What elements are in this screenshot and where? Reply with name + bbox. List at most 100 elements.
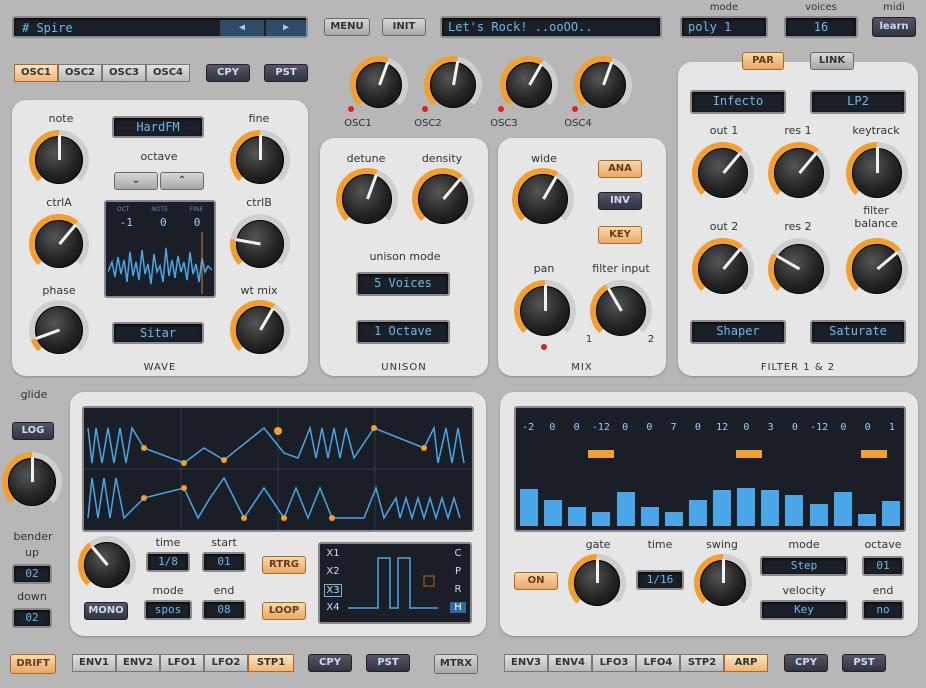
osc4-level-knob[interactable] (574, 56, 632, 114)
detune-knob[interactable] (336, 168, 398, 230)
mode-display[interactable]: poly 1 (680, 16, 768, 38)
arp-step-value[interactable]: 0 (832, 422, 854, 433)
preset-display[interactable]: # Spire ◀ ▶ (12, 16, 308, 38)
arp-step-value[interactable]: 0 (638, 422, 660, 433)
arp-step-bar[interactable] (857, 513, 876, 526)
arp-step-bar[interactable] (568, 507, 587, 526)
mtrx-button[interactable]: MTRX (434, 654, 478, 674)
tab-osc2[interactable]: OSC2 (58, 64, 102, 82)
x4-option[interactable]: X4 (324, 602, 342, 613)
x1-option[interactable]: X1 (324, 548, 342, 559)
arp-step-value[interactable]: 12 (711, 422, 733, 433)
arp-step-value[interactable]: 3 (760, 422, 782, 433)
tab-osc1[interactable]: OSC1 (14, 64, 58, 82)
tab-arp[interactable]: ARP (724, 654, 768, 672)
arp-step-value[interactable]: 7 (663, 422, 685, 433)
res2-knob[interactable] (768, 238, 830, 300)
step-time-value[interactable]: 1/8 (146, 552, 190, 572)
filter-balance-knob[interactable] (846, 238, 908, 300)
ana-button[interactable]: ANA (598, 160, 642, 178)
patch-name-display[interactable]: Let's Rock! ..ooOO.. (440, 16, 662, 38)
arp-step-bar[interactable] (809, 503, 828, 526)
mod-paste-button[interactable]: PST (366, 654, 410, 672)
velocity-value[interactable]: Key (760, 600, 848, 620)
drift-button[interactable]: DRIFT (10, 654, 56, 674)
init-button[interactable]: INIT (382, 18, 426, 36)
arp-step-value[interactable]: 0 (566, 422, 588, 433)
tab-lfo4[interactable]: LFO4 (636, 654, 680, 672)
arp-end-value[interactable]: no (862, 600, 904, 620)
arp-step-value[interactable]: -12 (808, 422, 830, 433)
arp-step-value[interactable]: 0 (735, 422, 757, 433)
osc2-level-knob[interactable] (424, 56, 482, 114)
tab-env3[interactable]: ENV3 (504, 654, 548, 672)
next-preset-button[interactable]: ▶ (266, 20, 306, 36)
step-amount-knob[interactable] (78, 536, 136, 594)
tab-env1[interactable]: ENV1 (72, 654, 116, 672)
arp-step-bar[interactable] (592, 512, 611, 526)
gate-knob[interactable] (568, 554, 626, 612)
par-button[interactable]: PAR (742, 52, 784, 70)
arp-step-bar[interactable] (544, 499, 563, 526)
arp-step-value[interactable]: -2 (517, 422, 539, 433)
tab-env4[interactable]: ENV4 (548, 654, 592, 672)
menu-button[interactable]: MENU (324, 18, 370, 36)
step-mode-value[interactable]: spos (144, 600, 192, 620)
arp-mode-value[interactable]: Step (760, 556, 848, 576)
tab-lfo2[interactable]: LFO2 (204, 654, 248, 672)
midi-learn-button[interactable]: learn (872, 17, 916, 37)
out1-knob[interactable] (692, 142, 754, 204)
fine-knob[interactable] (230, 130, 290, 190)
arp-step-bar[interactable] (881, 501, 900, 526)
out2-knob[interactable] (692, 238, 754, 300)
osc3-level-knob[interactable] (500, 56, 558, 114)
wave-type-select[interactable]: HardFM (112, 116, 204, 138)
saturate-select[interactable]: Saturate (810, 320, 906, 344)
tab-lfo3[interactable]: LFO3 (592, 654, 636, 672)
glide-log-button[interactable]: LOG (12, 422, 54, 440)
tab-osc3[interactable]: OSC3 (102, 64, 146, 82)
bender-down-value[interactable]: 02 (12, 608, 52, 628)
osc-paste-button[interactable]: PST (264, 64, 308, 82)
swing-knob[interactable] (694, 554, 752, 612)
arp-step-value[interactable]: 0 (614, 422, 636, 433)
arp-paste-button[interactable]: PST (842, 654, 886, 672)
shaper-select[interactable]: Shaper (690, 320, 786, 344)
prev-preset-button[interactable]: ◀ (220, 20, 264, 36)
mod-copy-button[interactable]: CPY (308, 654, 352, 672)
wide-knob[interactable] (512, 168, 574, 230)
bender-up-value[interactable]: 02 (12, 564, 52, 584)
filter2-type-select[interactable]: LP2 (810, 90, 906, 114)
arp-step-bar[interactable] (761, 490, 780, 526)
arp-step-bar[interactable] (737, 487, 756, 526)
unison-octave-select[interactable]: 1 Octave (356, 320, 450, 344)
arp-step-bar[interactable] (616, 491, 635, 526)
arp-step-value[interactable]: -12 (590, 422, 612, 433)
arp-step-value[interactable]: 0 (784, 422, 806, 433)
arp-step-value[interactable]: 1 (881, 422, 903, 433)
mono-button[interactable]: MONO (84, 602, 128, 620)
phase-knob[interactable] (29, 300, 89, 360)
inv-button[interactable]: INV (598, 192, 642, 210)
arp-step-bar[interactable] (520, 488, 538, 526)
arp-step-bar[interactable] (785, 495, 804, 526)
wavetable-select[interactable]: Sitar (112, 322, 204, 344)
p-option[interactable]: P (450, 566, 466, 577)
voices-display[interactable]: 16 (784, 16, 858, 38)
step-start-value[interactable]: 01 (202, 552, 246, 572)
note-knob[interactable] (29, 130, 89, 190)
arp-on-button[interactable]: ON (514, 572, 558, 590)
arp-step-bar[interactable] (713, 490, 731, 526)
tab-stp1[interactable]: STP1 (248, 654, 294, 672)
wt-mix-knob[interactable] (230, 300, 290, 360)
x2-option[interactable]: X2 (324, 566, 342, 577)
filter-input-knob[interactable] (590, 280, 652, 342)
filter1-type-select[interactable]: Infecto (690, 90, 786, 114)
keytrack-knob[interactable] (846, 142, 908, 204)
loop-button[interactable]: LOOP (262, 602, 306, 620)
tab-env2[interactable]: ENV2 (116, 654, 160, 672)
rtrg-button[interactable]: RTRG (262, 556, 306, 574)
step-end-value[interactable]: 08 (202, 600, 246, 620)
link-button[interactable]: LINK (810, 52, 854, 70)
arp-time-value[interactable]: 1/16 (636, 570, 684, 590)
